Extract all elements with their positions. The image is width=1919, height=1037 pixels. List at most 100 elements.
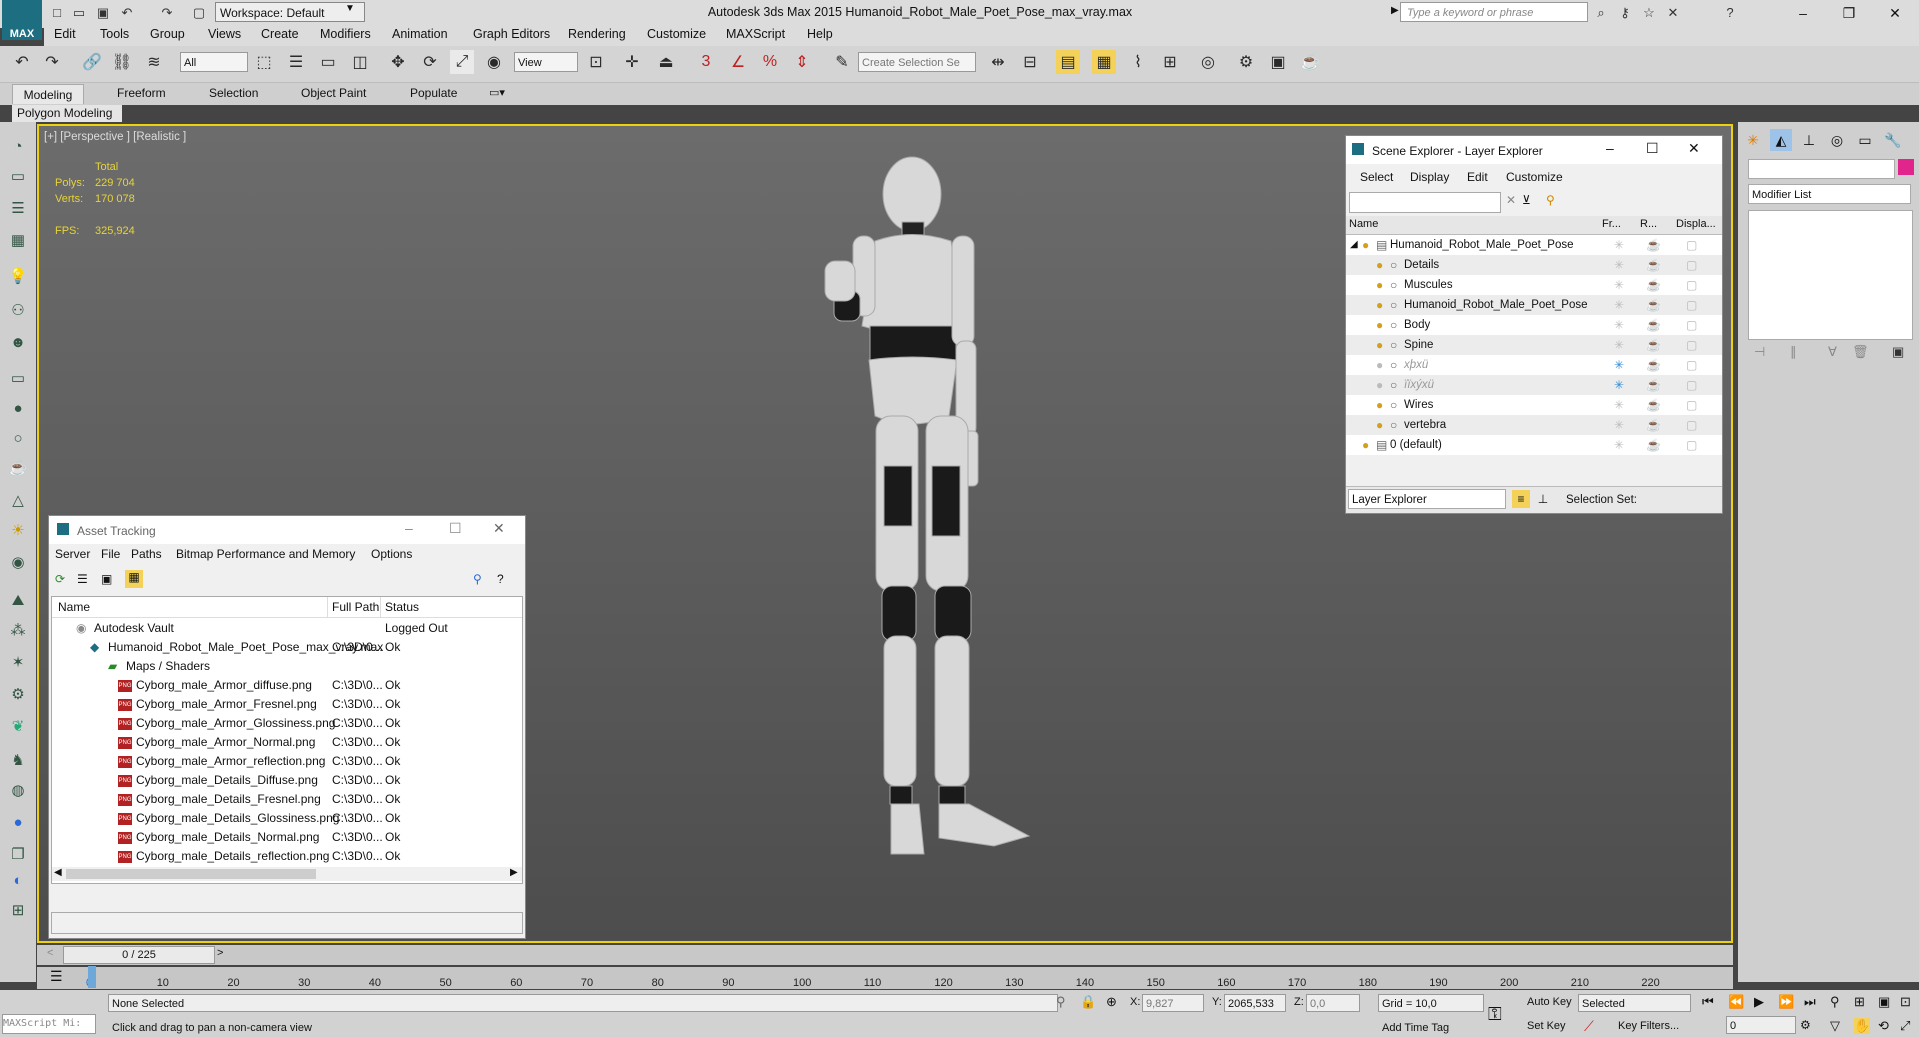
app-logo[interactable]: MAX xyxy=(2,0,42,40)
percent-snap-icon[interactable]: % xyxy=(758,50,782,74)
current-frame-field[interactable]: 0 xyxy=(1726,1016,1796,1034)
edit-named-selection-icon[interactable]: ✎ xyxy=(830,50,854,74)
link-icon[interactable]: 🔗 xyxy=(80,50,104,74)
clear-search-icon[interactable]: ✕ xyxy=(1506,193,1516,207)
zoom-extents-all-icon[interactable]: ⊡ xyxy=(1900,994,1911,1010)
next-frame-icon[interactable]: > xyxy=(217,947,223,959)
scroll-right-icon[interactable]: ▶ xyxy=(510,867,518,878)
display-icon[interactable]: ▢ xyxy=(1686,255,1697,275)
project-folder-icon[interactable]: ▢ xyxy=(190,4,208,22)
close-button[interactable]: ✕ xyxy=(1875,2,1915,24)
se-col-display[interactable]: Displa... xyxy=(1676,218,1716,230)
plane-icon[interactable]: ▭ xyxy=(7,368,29,390)
binoculars-icon[interactable]: ⌕ xyxy=(1592,4,1610,22)
show-end-result-icon[interactable]: ∥ xyxy=(1790,344,1797,360)
foliage-icon[interactable]: ❦ xyxy=(7,716,29,738)
asset-row[interactable]: ▰ Maps / Shaders xyxy=(52,657,518,676)
close-button[interactable]: ✕ xyxy=(1688,140,1700,157)
minimize-button[interactable]: – xyxy=(405,520,413,536)
ribbon-options-icon[interactable]: ▭▾ xyxy=(489,86,505,99)
display-icon[interactable]: ▢ xyxy=(1686,335,1697,355)
modify-tab-icon[interactable]: ◭ xyxy=(1770,129,1792,151)
renderable-icon[interactable]: ☕ xyxy=(1646,375,1661,395)
frame-indicator[interactable]: 0 / 225 xyxy=(63,946,215,964)
previous-frame-icon[interactable]: ⏪ xyxy=(1728,994,1744,1010)
asset-row[interactable]: PNG Cyborg_male_Details_reflection.png C:\… xyxy=(52,847,518,866)
play-icon[interactable]: ▶ xyxy=(1754,994,1764,1010)
track-bar[interactable] xyxy=(37,967,1733,989)
cone-icon[interactable]: △ xyxy=(7,490,29,512)
time-configuration-icon[interactable]: ⚙ xyxy=(1800,1018,1811,1032)
key-filters-button[interactable]: Key Filters... xyxy=(1618,1020,1679,1032)
isolate-icon[interactable]: ⚲ xyxy=(1056,994,1066,1010)
freeze-icon[interactable]: ✳ xyxy=(1614,315,1624,335)
modifier-stack[interactable] xyxy=(1748,210,1913,340)
visibility-icon[interactable]: ● xyxy=(1362,235,1369,255)
filter-icon[interactable]: ⊻ xyxy=(1522,193,1531,207)
se-menu-customize[interactable]: Customize xyxy=(1506,170,1563,184)
menu-graph-editors[interactable]: Graph Editors xyxy=(473,27,550,41)
save-icon[interactable]: ▣ xyxy=(94,4,112,22)
se-row[interactable]: ● ▤ 0 (default) ✳ ☕ ▢ xyxy=(1346,435,1722,455)
asset-row[interactable]: ◆ Humanoid_Robot_Male_Poet_Pose_max_vray.… xyxy=(52,638,518,657)
menu-modifiers[interactable]: Modifiers xyxy=(320,27,371,41)
display-icon[interactable]: ▢ xyxy=(1686,275,1697,295)
globe-icon[interactable]: ◍ xyxy=(7,780,29,802)
redo-icon[interactable]: ↷ xyxy=(40,50,64,74)
hierarchy-tab-icon[interactable]: ⊥ xyxy=(1798,129,1820,151)
se-menu-display[interactable]: Display xyxy=(1410,170,1449,184)
visibility-icon[interactable]: ● xyxy=(1376,395,1383,415)
list-view-icon[interactable]: ☰ xyxy=(77,572,88,586)
dome-icon[interactable]: ◉ xyxy=(7,552,29,574)
rotate-icon[interactable]: ⟳ xyxy=(418,50,442,74)
se-col-name[interactable]: Name xyxy=(1349,218,1378,230)
freeze-icon[interactable]: ✳ xyxy=(1614,375,1624,395)
scene-explorer-icon[interactable]: ▦ xyxy=(1092,50,1116,74)
at-menu-file[interactable]: File xyxy=(101,547,120,561)
display-icon[interactable]: ▢ xyxy=(1686,235,1697,255)
maximize-button[interactable]: ☐ xyxy=(1646,140,1659,157)
graphite-icon[interactable]: ◔ xyxy=(7,136,29,158)
at-menu-bitmap[interactable]: Bitmap Performance and Memory xyxy=(176,547,355,561)
menu-help[interactable]: Help xyxy=(807,27,833,41)
align-icon[interactable]: ⊟ xyxy=(1018,50,1042,74)
se-row[interactable]: ● ○ Humanoid_Robot_Male_Poet_Pose ✳ ☕ ▢ xyxy=(1346,295,1722,315)
display-icon[interactable]: ▢ xyxy=(1686,395,1697,415)
freeze-icon[interactable]: ✳ xyxy=(1614,295,1624,315)
renderable-icon[interactable]: ☕ xyxy=(1646,255,1661,275)
se-row[interactable]: ● ○ Details ✳ ☕ ▢ xyxy=(1346,255,1722,275)
renderable-icon[interactable]: ☕ xyxy=(1646,235,1661,255)
angle-snap-icon[interactable]: ∠ xyxy=(726,50,750,74)
field-of-view-icon[interactable]: ▽ xyxy=(1830,1018,1840,1034)
subtab-polygon-modeling[interactable]: Polygon Modeling xyxy=(12,105,122,122)
menu-maxscript[interactable]: MAXScript xyxy=(726,27,785,41)
manipulate-icon[interactable]: ✛ xyxy=(620,50,644,74)
at-menu-options[interactable]: Options xyxy=(371,547,412,561)
tab-selection[interactable]: Selection xyxy=(209,86,258,100)
se-menu-select[interactable]: Select xyxy=(1360,170,1393,184)
display-icon[interactable]: ▢ xyxy=(1686,375,1697,395)
viewport-label[interactable]: [+] [Perspective ] [Realistic ] xyxy=(44,131,186,143)
renderable-icon[interactable]: ☕ xyxy=(1646,335,1661,355)
freeze-icon[interactable]: ✳ xyxy=(1614,435,1624,455)
freeze-icon[interactable]: ✳ xyxy=(1614,335,1624,355)
x-coordinate-field[interactable]: 9,827 xyxy=(1142,994,1204,1012)
find-icon[interactable]: ⚲ xyxy=(1546,193,1555,207)
menu-customize[interactable]: Customize xyxy=(647,27,706,41)
se-row[interactable]: ● ○ ïïxýxü ✳ ☕ ▢ xyxy=(1346,375,1722,395)
visibility-icon[interactable]: ● xyxy=(1376,355,1383,375)
go-to-end-icon[interactable]: ⏭ xyxy=(1804,994,1816,1010)
asset-row[interactable]: PNG Cyborg_male_Armor_Glossiness.png C:\3D… xyxy=(52,714,518,733)
renderable-icon[interactable]: ☕ xyxy=(1646,315,1661,335)
pan-view-icon[interactable]: ✋ xyxy=(1854,1018,1871,1034)
renderable-icon[interactable]: ☕ xyxy=(1646,275,1661,295)
maximize-button[interactable]: ☐ xyxy=(449,520,462,537)
mirror-icon[interactable]: ⇹ xyxy=(986,50,1010,74)
asset-row[interactable]: PNG Cyborg_male_Details_Normal.png C:\3D\0… xyxy=(52,828,518,847)
visibility-icon[interactable]: ● xyxy=(1376,335,1383,355)
explorer-type-dropdown[interactable]: Layer Explorer xyxy=(1348,489,1506,509)
make-unique-icon[interactable]: ∀ xyxy=(1828,344,1837,360)
list-icon[interactable]: ☰ xyxy=(7,198,29,220)
communication-icon[interactable]: ✕ xyxy=(1664,4,1682,22)
layer-manager-icon[interactable]: ▤ xyxy=(1056,50,1080,74)
